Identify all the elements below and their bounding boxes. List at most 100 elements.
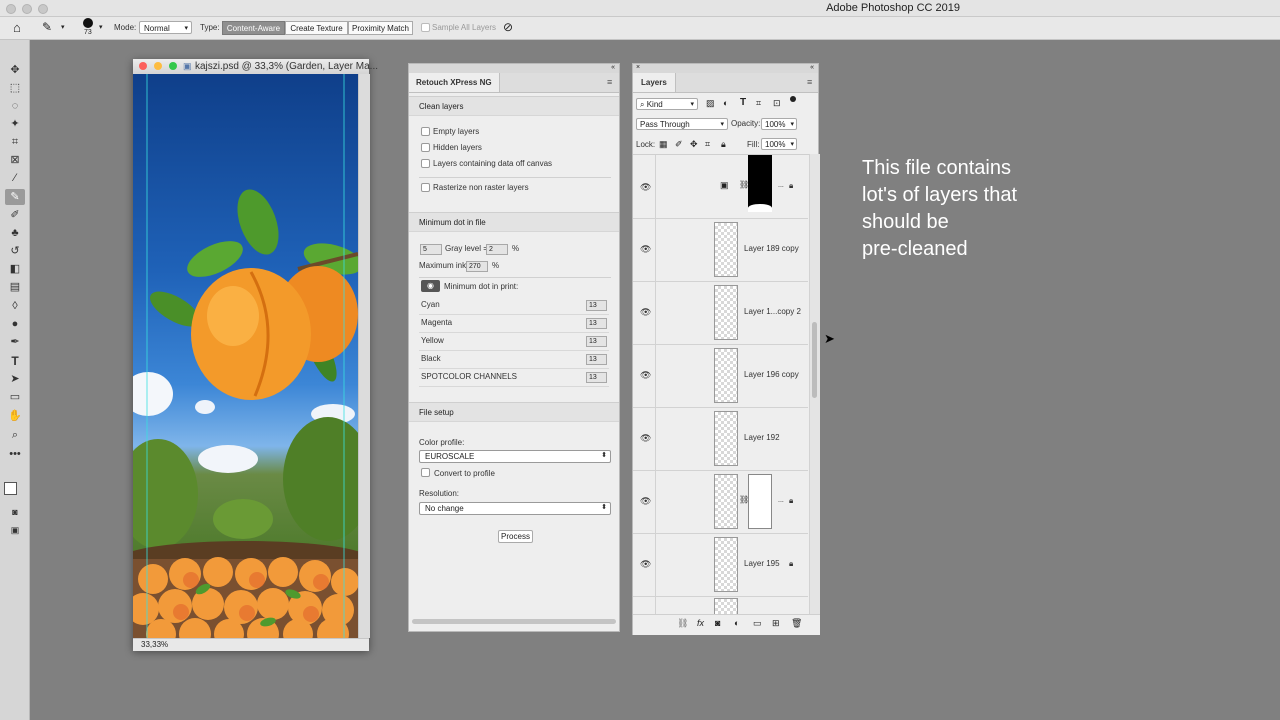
horizontal-scrollbar[interactable] <box>412 619 616 624</box>
document-scrollbar[interactable] <box>358 74 370 638</box>
layer-row[interactable] <box>633 596 808 615</box>
lock-all-icon[interactable]: 🔒︎ <box>721 139 726 150</box>
panel-menu-icon[interactable]: ≡ <box>607 78 615 87</box>
history-brush-tool-icon[interactable]: ↺ <box>5 243 25 259</box>
type-create-texture-button[interactable]: Create Texture <box>285 21 348 35</box>
clone-stamp-tool-icon[interactable]: ♣ <box>5 225 25 241</box>
frame-tool-icon[interactable]: ⊠ <box>5 152 25 168</box>
layer-row[interactable]: 👁︎ Layer 1...copy 2 <box>633 281 808 345</box>
filter-toggle-icon[interactable] <box>790 96 796 102</box>
min-dot-print-toggle-icon[interactable]: ◉ <box>421 280 440 292</box>
gray-level-input[interactable]: 2 <box>486 244 508 255</box>
adjustment-filter-icon[interactable]: ◐ <box>723 98 728 108</box>
channel-value-input[interactable]: 13 <box>586 372 607 383</box>
panel-menu-icon[interactable]: ≡ <box>807 78 815 87</box>
more-tools-icon[interactable]: ••• <box>5 446 25 462</box>
max-ink-input[interactable]: 270 <box>466 261 488 272</box>
filter-kind-select[interactable]: ⌕ Kind ▾ <box>636 98 698 110</box>
chevron-down-icon[interactable]: ▾ <box>99 23 103 31</box>
document-canvas[interactable] <box>133 74 358 638</box>
empty-layers-checkbox[interactable] <box>421 127 430 136</box>
lock-image-icon[interactable]: ✐ <box>675 139 683 150</box>
collapse-panel-icon[interactable]: « <box>810 64 814 71</box>
color-profile-select[interactable]: EUROSCALE ⬍ <box>419 450 611 463</box>
healing-brush-preset-icon[interactable]: ✎ <box>42 20 52 34</box>
doc-zoom-button[interactable] <box>169 62 177 70</box>
doc-close-button[interactable] <box>139 62 147 70</box>
layer-effects-icon[interactable]: fx <box>697 618 704 628</box>
link-layers-icon[interactable]: ⛓︎ <box>677 618 688 629</box>
blend-mode-select[interactable]: Pass Through ▾ <box>636 118 728 130</box>
collapse-panel-icon[interactable]: « <box>611 64 615 71</box>
eye-icon[interactable]: 👁︎ <box>640 559 651 570</box>
tab-retouch-xpress[interactable]: Retouch XPress NG <box>409 73 500 92</box>
zoom-tool-icon[interactable]: ⌕ <box>5 427 25 443</box>
move-tool-icon[interactable]: ✥ <box>5 62 25 78</box>
channel-value-input[interactable]: 13 <box>586 318 607 329</box>
eyedropper-tool-icon[interactable]: ⁄ <box>5 170 25 186</box>
type-tool-icon[interactable]: T <box>5 353 25 369</box>
eye-icon[interactable]: 👁︎ <box>640 182 651 193</box>
tab-layers[interactable]: Layers <box>633 73 676 92</box>
lock-transparency-icon[interactable]: ▦ <box>659 139 668 150</box>
gradient-tool-icon[interactable]: ▤ <box>5 279 25 295</box>
trash-icon[interactable]: 🗑︎ <box>791 618 802 629</box>
brush-tip-icon[interactable] <box>83 18 93 28</box>
type-filter-icon[interactable]: T <box>740 97 746 108</box>
close-panel-icon[interactable]: × <box>636 64 640 71</box>
eye-icon[interactable]: 👁︎ <box>640 307 651 318</box>
crop-tool-icon[interactable]: ⌗ <box>5 134 25 150</box>
min-dot-input[interactable]: 5 <box>420 244 442 255</box>
type-content-aware-button[interactable]: Content-Aware <box>222 21 285 35</box>
layer-row[interactable]: 👁︎ ⛓︎ ... 🔒︎ <box>633 470 808 534</box>
screen-mode-icon[interactable]: ▣ <box>5 522 25 538</box>
layers-scrollbar[interactable] <box>809 154 820 614</box>
new-group-icon[interactable]: ▭ <box>753 618 762 629</box>
foreground-color-swatch[interactable] <box>4 482 17 495</box>
channel-value-input[interactable]: 13 <box>586 336 607 347</box>
mode-select[interactable]: Normal ▾ <box>139 21 192 34</box>
quick-mask-icon[interactable]: ◙ <box>5 504 25 520</box>
add-mask-icon[interactable]: ◙ <box>715 618 720 628</box>
lock-artboard-icon[interactable]: ⌗ <box>705 139 710 150</box>
pixel-layer-filter-icon[interactable]: ▨ <box>706 98 715 109</box>
eye-icon[interactable]: 👁︎ <box>640 244 651 255</box>
brush-tool-icon[interactable]: ✐ <box>5 207 25 223</box>
shape-filter-icon[interactable]: ⌗ <box>756 98 761 109</box>
home-icon[interactable]: ⌂ <box>13 20 21 35</box>
doc-minimize-button[interactable] <box>154 62 162 70</box>
layer-row[interactable]: 👁︎ Layer 196 copy <box>633 344 808 408</box>
blur-tool-icon[interactable]: ◊ <box>5 298 25 314</box>
magic-wand-tool-icon[interactable]: ✦ <box>5 116 25 132</box>
dodge-tool-icon[interactable]: ● <box>5 316 25 332</box>
convert-to-profile-checkbox[interactable] <box>421 468 430 477</box>
layer-row[interactable]: 👁︎ Layer 189 copy <box>633 218 808 282</box>
layer-row[interactable]: 👁︎ Layer 195 🔒︎ <box>633 533 808 597</box>
sample-all-layers-checkbox[interactable] <box>421 23 430 32</box>
healing-brush-tool-icon[interactable]: ✎ <box>5 189 25 205</box>
fill-input[interactable]: 100% ▾ <box>761 138 797 150</box>
layer-row[interactable]: 👁︎ ▣ ⛓︎ ... 🔒︎ <box>633 155 808 219</box>
new-layer-icon[interactable]: ⊞ <box>772 618 780 629</box>
smart-object-filter-icon[interactable]: ⊡ <box>773 98 781 109</box>
adjustment-layer-icon[interactable]: ◐ <box>734 618 739 628</box>
type-proximity-match-button[interactable]: Proximity Match <box>348 21 413 35</box>
data-off-canvas-checkbox[interactable] <box>421 159 430 168</box>
path-selection-tool-icon[interactable]: ➤ <box>5 371 25 387</box>
rectangle-tool-icon[interactable]: ▭ <box>5 389 25 405</box>
pen-tool-icon[interactable]: ✒ <box>5 334 25 350</box>
process-button[interactable]: Process <box>498 530 533 543</box>
channel-value-input[interactable]: 13 <box>586 354 607 365</box>
opacity-input[interactable]: 100% ▾ <box>761 118 797 130</box>
resolution-select[interactable]: No change ⬍ <box>419 502 611 515</box>
eye-icon[interactable]: 👁︎ <box>640 433 651 444</box>
zoom-level[interactable]: 33,33% <box>141 640 168 649</box>
chevron-down-icon[interactable]: ▾ <box>61 23 65 31</box>
hidden-layers-checkbox[interactable] <box>421 143 430 152</box>
scrollbar-thumb[interactable] <box>812 322 817 398</box>
eye-icon[interactable]: 👁︎ <box>640 370 651 381</box>
rasterize-checkbox[interactable] <box>421 183 430 192</box>
eraser-tool-icon[interactable]: ◧ <box>5 261 25 277</box>
hand-tool-icon[interactable]: ✋ <box>5 408 25 424</box>
channel-value-input[interactable]: 13 <box>586 300 607 311</box>
